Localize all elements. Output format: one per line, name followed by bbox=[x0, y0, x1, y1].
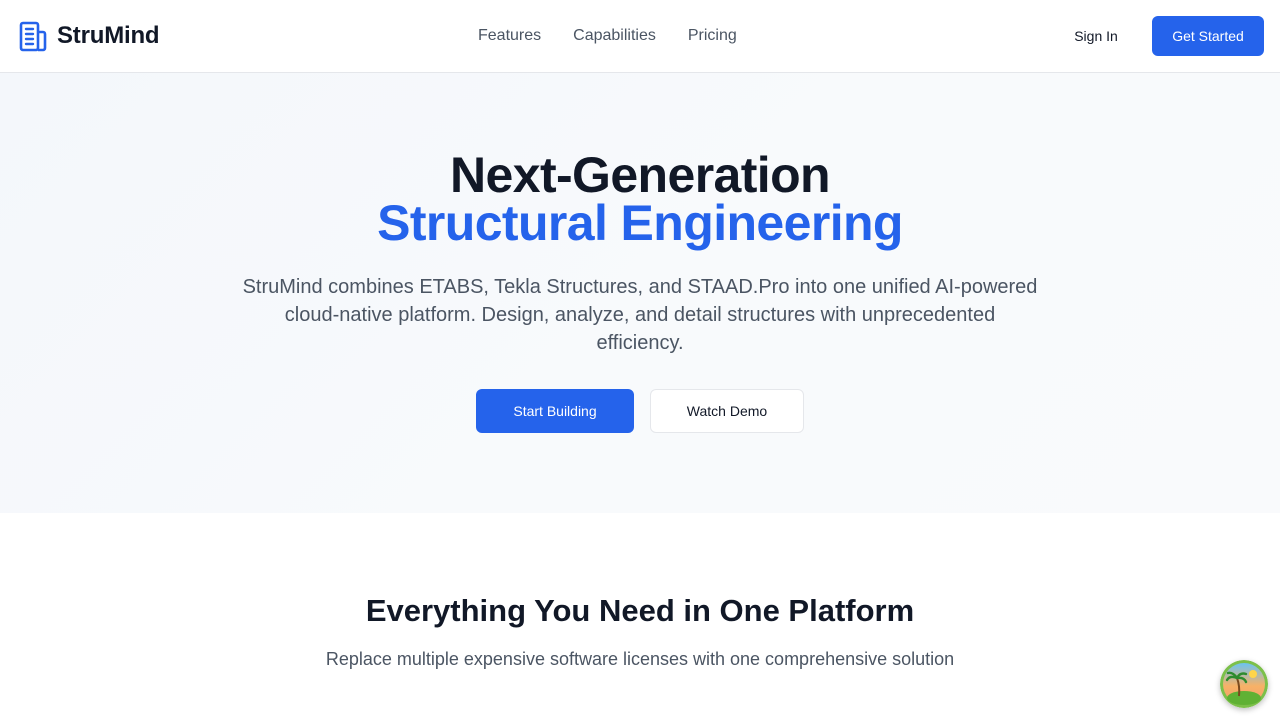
hero-section: Next-Generation Structural Engineering S… bbox=[0, 73, 1280, 513]
watch-demo-button[interactable]: Watch Demo bbox=[650, 389, 804, 433]
hero-subtitle: StruMind combines ETABS, Tekla Structure… bbox=[242, 276, 1038, 354]
top-navbar: StruMind Features Capabilities Pricing S… bbox=[0, 0, 1280, 73]
hero-title-line2: Structural Engineering bbox=[377, 195, 903, 251]
brand-name: StruMind bbox=[57, 22, 160, 49]
brand-logo[interactable]: StruMind bbox=[16, 19, 160, 53]
floating-widget-button[interactable] bbox=[1220, 660, 1268, 708]
nav-link-features[interactable]: Features bbox=[478, 27, 541, 45]
building-icon bbox=[19, 21, 47, 52]
hero-title-line1: Next-Generation bbox=[450, 147, 831, 203]
hero-actions: Start Building Watch Demo bbox=[476, 389, 804, 433]
nav-link-pricing[interactable]: Pricing bbox=[688, 27, 737, 45]
island-palm-icon bbox=[1220, 660, 1268, 708]
sign-in-button[interactable]: Sign In bbox=[1056, 16, 1136, 56]
features-subtitle: Replace multiple expensive software lice… bbox=[325, 649, 955, 669]
start-building-button[interactable]: Start Building bbox=[476, 389, 634, 433]
features-title: Everything You Need in One Platform bbox=[365, 593, 915, 628]
main-nav: Features Capabilities Pricing bbox=[478, 24, 737, 48]
hero-title: Next-Generation Structural Engineering bbox=[0, 147, 1280, 251]
get-started-button[interactable]: Get Started bbox=[1152, 16, 1264, 56]
nav-link-capabilities[interactable]: Capabilities bbox=[573, 27, 656, 45]
